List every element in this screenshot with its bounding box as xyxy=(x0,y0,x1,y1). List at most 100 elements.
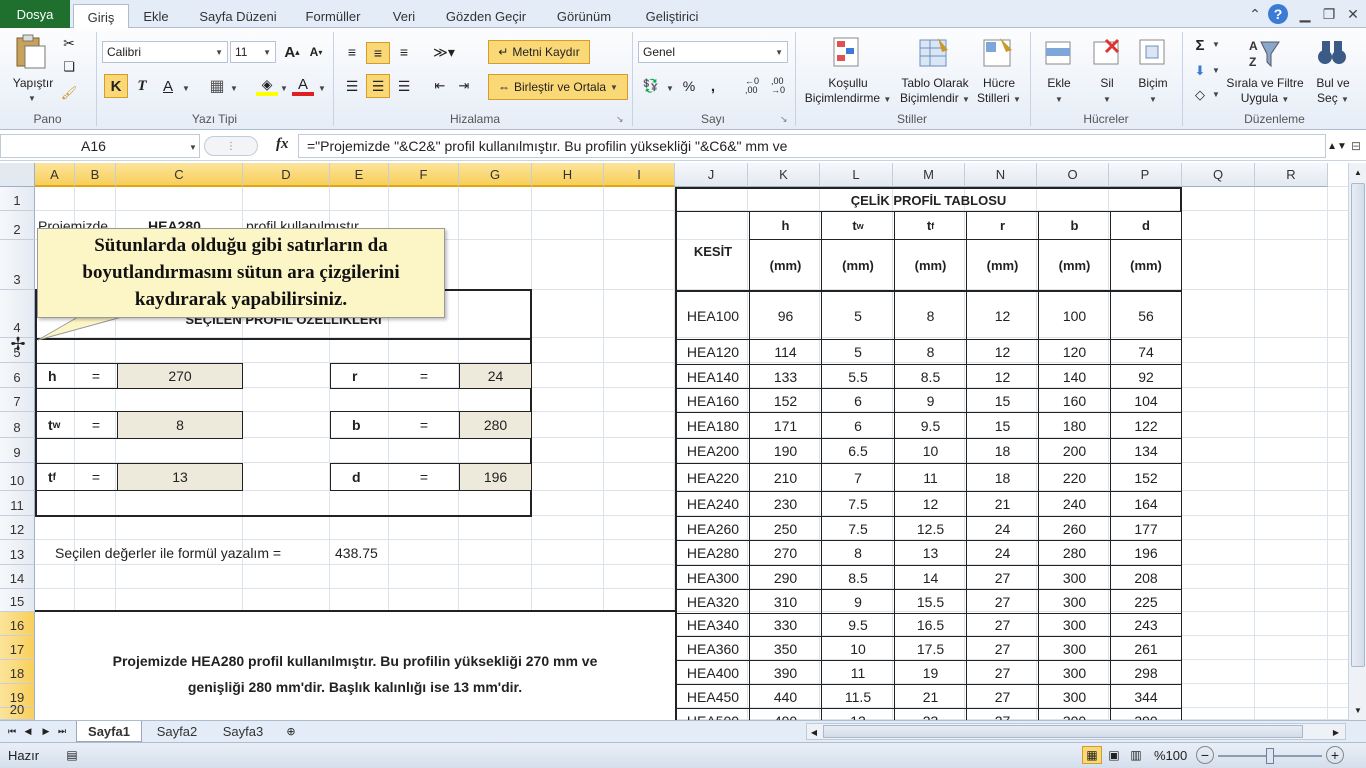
table-value-cell[interactable]: 300 xyxy=(1039,709,1111,720)
table-unit-cell[interactable]: (mm) xyxy=(1039,240,1111,292)
column-header-f[interactable]: F xyxy=(389,163,459,187)
zoom-in-icon[interactable]: + xyxy=(1326,746,1344,764)
table-value-cell[interactable]: 210 xyxy=(750,464,822,492)
scroll-left-icon[interactable]: ◀ xyxy=(807,725,821,739)
d-equals[interactable]: = xyxy=(404,466,444,488)
delete-cells-button[interactable]: Sil ▼ xyxy=(1084,76,1130,107)
table-value-cell[interactable]: 300 xyxy=(1039,637,1111,661)
table-value-cell[interactable]: 13 xyxy=(895,541,967,566)
sort-filter-button[interactable]: Sırala ve Filtre Uygula ▼ xyxy=(1224,76,1306,107)
table-value-cell[interactable]: 11 xyxy=(895,464,967,492)
table-unit-cell[interactable]: (mm) xyxy=(895,240,967,292)
format-cells-button[interactable]: Biçim ▼ xyxy=(1130,76,1176,107)
table-value-cell[interactable]: 8.5 xyxy=(822,566,895,590)
table-value-cell[interactable]: 190 xyxy=(750,439,822,464)
copy-icon[interactable]: ❏ xyxy=(60,58,78,76)
tf-label[interactable]: tf xyxy=(48,466,56,488)
orientation-icon[interactable]: ≫▾ xyxy=(430,42,458,62)
h-equals[interactable]: = xyxy=(76,365,116,387)
row-header-18[interactable]: 18 xyxy=(0,660,35,684)
increase-decimal-icon[interactable]: ←0,00 xyxy=(742,74,762,98)
format-painter-icon[interactable]: 🖌 xyxy=(60,84,78,102)
sort-filter-icon[interactable]: AZ xyxy=(1246,34,1282,72)
table-value-cell[interactable]: 27 xyxy=(967,637,1039,661)
italic-button[interactable]: T xyxy=(132,74,152,98)
format-as-table-button[interactable]: Tablo Olarak Biçimlendir ▼ xyxy=(894,76,976,107)
scroll-right-icon[interactable]: ▶ xyxy=(1329,725,1343,739)
table-value-cell[interactable]: 164 xyxy=(1111,492,1182,517)
table-value-cell[interactable]: 260 xyxy=(1039,517,1111,541)
table-profile-name[interactable]: HEA300 xyxy=(677,566,750,590)
table-value-cell[interactable]: 290 xyxy=(750,566,822,590)
table-value-cell[interactable]: 7 xyxy=(822,464,895,492)
table-value-cell[interactable]: 270 xyxy=(750,541,822,566)
accounting-dropdown-icon[interactable]: ▼ xyxy=(666,84,674,93)
row-header-13[interactable]: 13 xyxy=(0,540,35,565)
column-header-g[interactable]: G xyxy=(459,163,532,187)
table-value-cell[interactable]: 490 xyxy=(750,709,822,720)
column-header-n[interactable]: N xyxy=(965,163,1037,187)
column-header-h[interactable]: H xyxy=(532,163,604,187)
font-size-combo[interactable]: 11 ▼ xyxy=(230,41,276,63)
table-value-cell[interactable]: 8 xyxy=(895,340,967,365)
table-value-cell[interactable]: 21 xyxy=(895,685,967,709)
row-header-6[interactable]: 6 xyxy=(0,363,35,388)
zoom-out-icon[interactable]: − xyxy=(1196,746,1214,764)
column-header-l[interactable]: L xyxy=(820,163,893,187)
align-middle-icon[interactable]: ≡ xyxy=(366,42,390,64)
table-value-cell[interactable]: 8 xyxy=(895,292,967,340)
table-value-cell[interactable]: 160 xyxy=(1039,389,1111,413)
table-title[interactable]: ÇELİK PROFİL TABLOSU xyxy=(677,189,1182,212)
tw-equals[interactable]: = xyxy=(76,414,116,436)
table-value-cell[interactable]: 17.5 xyxy=(895,637,967,661)
sheet-tab-sayfa2[interactable]: Sayfa2 xyxy=(146,721,208,742)
table-unit-cell[interactable]: (mm) xyxy=(822,240,895,292)
align-left-icon[interactable]: ☰ xyxy=(342,76,362,96)
row-header-20[interactable]: 20 xyxy=(0,702,35,720)
table-value-cell[interactable]: 7.5 xyxy=(822,517,895,541)
binoculars-icon[interactable] xyxy=(1314,34,1350,72)
table-value-cell[interactable]: 96 xyxy=(750,292,822,340)
table-value-cell[interactable]: 7.5 xyxy=(822,492,895,517)
decrease-indent-icon[interactable]: ⇤ xyxy=(430,76,450,96)
find-select-button[interactable]: Bul ve Seç ▼ xyxy=(1308,76,1358,107)
next-sheet-icon[interactable]: ▶ xyxy=(40,724,52,738)
table-value-cell[interactable]: 12 xyxy=(967,365,1039,389)
b-value-cell[interactable]: 280 xyxy=(459,411,532,439)
table-value-cell[interactable]: 298 xyxy=(1111,661,1182,685)
table-value-cell[interactable]: 18 xyxy=(967,464,1039,492)
table-value-cell[interactable]: 5 xyxy=(822,340,895,365)
table-profile-name[interactable]: HEA360 xyxy=(677,637,750,661)
table-value-cell[interactable]: 100 xyxy=(1039,292,1111,340)
tab-insert[interactable]: Ekle xyxy=(134,4,178,28)
increase-indent-icon[interactable]: ⇥ xyxy=(454,76,474,96)
fill-dropdown-icon[interactable]: ▼ xyxy=(280,84,288,93)
table-value-cell[interactable]: 133 xyxy=(750,365,822,389)
table-profile-name[interactable]: HEA220 xyxy=(677,464,750,492)
page-layout-view-icon[interactable]: ▣ xyxy=(1104,746,1124,764)
cell-styles-button[interactable]: Hücre Stilleri ▼ xyxy=(972,76,1026,107)
table-unit-cell[interactable]: (mm) xyxy=(750,240,822,292)
table-value-cell[interactable]: 196 xyxy=(1111,541,1182,566)
row-header-12[interactable]: 12 xyxy=(0,516,35,540)
table-header-r[interactable]: r xyxy=(967,212,1039,240)
table-value-cell[interactable]: 11.5 xyxy=(822,685,895,709)
wrap-text-button[interactable]: ↵ Metni Kaydır xyxy=(488,40,590,64)
table-value-cell[interactable]: 15 xyxy=(967,413,1039,439)
row-header-16[interactable]: 16 xyxy=(0,612,35,636)
insert-cells-button[interactable]: Ekle ▼ xyxy=(1036,76,1082,107)
table-value-cell[interactable]: 12 xyxy=(967,340,1039,365)
clear-dropdown-icon[interactable]: ▼ xyxy=(1212,90,1220,99)
row-header-8[interactable]: 8 xyxy=(0,412,35,438)
h-label[interactable]: h xyxy=(48,365,57,387)
table-value-cell[interactable]: 8 xyxy=(822,541,895,566)
window-restore-icon[interactable]: ❐ xyxy=(1318,3,1340,25)
table-value-cell[interactable]: 220 xyxy=(1039,464,1111,492)
table-value-cell[interactable]: 6 xyxy=(822,389,895,413)
conditional-formatting-button[interactable]: Koşullu Biçimlendirme ▼ xyxy=(798,76,898,107)
tab-view[interactable]: Görünüm xyxy=(546,4,622,28)
decrease-decimal-icon[interactable]: ,00 →0 xyxy=(768,74,788,98)
insert-sheet-icon[interactable]: ⊕ xyxy=(282,723,300,739)
table-kesit-header[interactable]: KESİT xyxy=(677,212,750,292)
table-value-cell[interactable]: 114 xyxy=(750,340,822,365)
